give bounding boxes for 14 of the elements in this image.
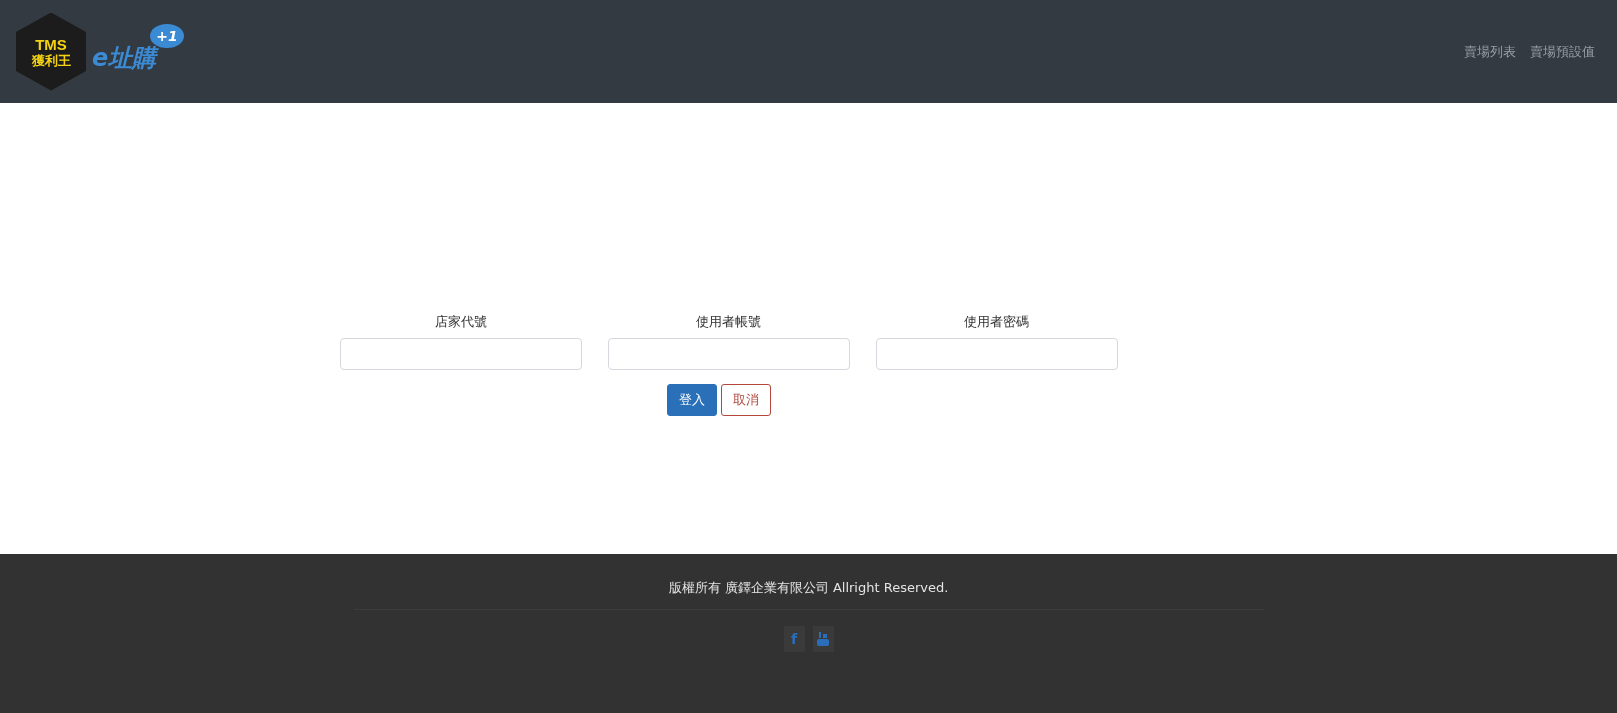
field-label: 使用者帳號 <box>696 313 761 331</box>
input-field[interactable] <box>875 338 1118 370</box>
login-button[interactable]: 登入 <box>666 384 717 416</box>
field-label: 使用者密碼 <box>964 313 1029 331</box>
cancel-button[interactable]: 取消 <box>720 384 771 416</box>
copyright-text: 版權所有 廣鐸企業有限公司 Allright Reserved. <box>668 579 949 597</box>
badge-subtitle: 獲利王 <box>31 52 71 68</box>
input-field[interactable] <box>607 338 850 370</box>
youtube-icon[interactable] <box>812 626 834 652</box>
nav-link[interactable]: 賣場列表 <box>1464 42 1516 61</box>
badge-title: TMS <box>35 35 67 53</box>
nav-link[interactable]: 賣場預設值 <box>1530 42 1595 61</box>
field-label: 店家代號 <box>434 313 487 331</box>
input-field[interactable] <box>339 338 582 370</box>
